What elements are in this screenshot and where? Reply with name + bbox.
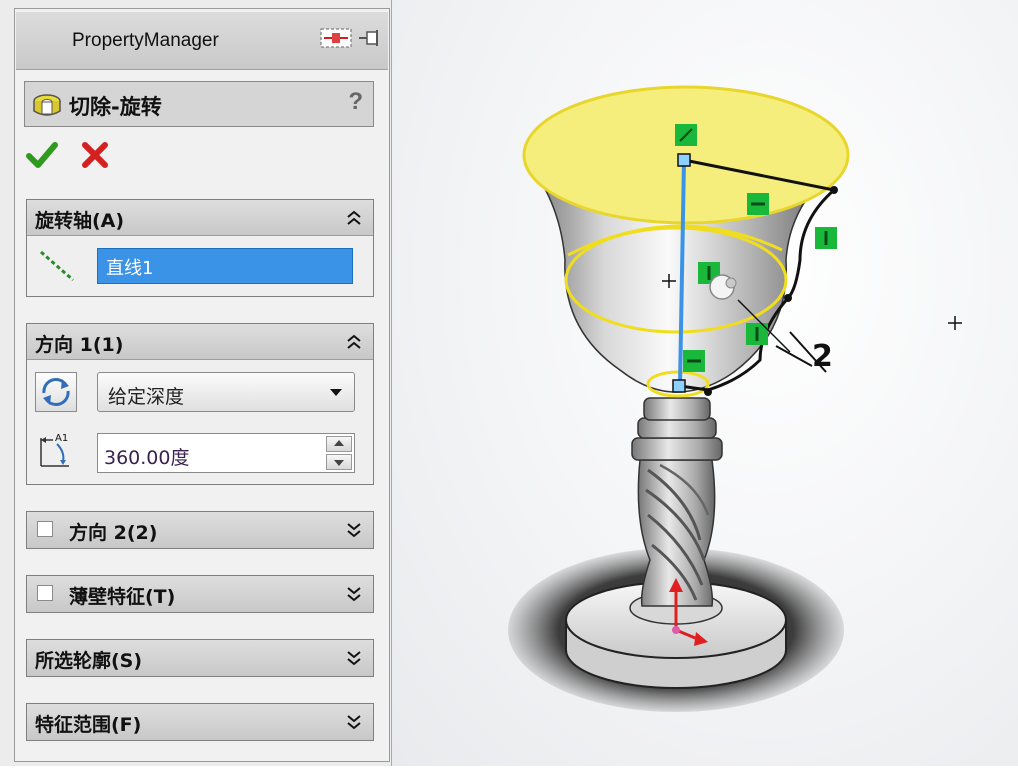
group-direction-1-title: 方向 1(1) xyxy=(35,334,124,356)
group-axis-header[interactable]: 旋转轴(A) xyxy=(27,200,373,236)
angle-spinner xyxy=(326,436,352,470)
group-direction-2-header[interactable]: 方向 2(2) xyxy=(27,512,373,548)
property-manager-title: PropertyManager xyxy=(72,30,219,51)
group-direction-2[interactable]: 方向 2(2) xyxy=(26,511,374,549)
reverse-direction-icon xyxy=(42,378,70,406)
ok-button[interactable] xyxy=(26,139,58,171)
dimension-label: 2 xyxy=(812,339,833,374)
model-view[interactable]: 2 xyxy=(392,0,1018,766)
group-feature-scope[interactable]: 特征范围(F) xyxy=(26,703,374,741)
revolve-cut-icon xyxy=(33,94,61,116)
spin-up-button[interactable] xyxy=(326,436,352,452)
group-feature-scope-title: 特征范围(F) xyxy=(35,714,142,736)
group-direction-2-title: 方向 2(2) xyxy=(69,522,158,544)
double-chevron-up-icon[interactable] xyxy=(345,333,363,351)
direction-2-checkbox[interactable] xyxy=(37,521,53,537)
axis-endpoint-handle[interactable] xyxy=(672,379,686,393)
angle-icon: A1 xyxy=(40,433,69,467)
cup-stem xyxy=(631,397,723,607)
group-axis: 旋转轴(A) 直线1 xyxy=(26,199,374,297)
double-chevron-down-icon[interactable] xyxy=(345,649,363,667)
spin-down-button[interactable] xyxy=(326,454,352,470)
end-condition-select[interactable]: 给定深度 xyxy=(97,372,355,412)
close-icon xyxy=(82,142,108,168)
cancel-button[interactable] xyxy=(80,140,110,170)
group-thin-feature[interactable]: 薄壁特征(T) xyxy=(26,575,374,613)
graphics-viewport[interactable]: 2 xyxy=(392,0,1018,766)
group-direction-1-body: 给定深度 A1 360.00度 xyxy=(27,360,373,484)
feature-title-bar: 切除-旋转 ? xyxy=(24,81,374,127)
axis-endpoint-handle[interactable] xyxy=(677,153,691,167)
property-manager-panel: PropertyManager 切除-旋转 ? 旋转轴(A) 直线1 方向 1(… xyxy=(0,0,392,766)
header-tools xyxy=(320,26,382,50)
group-thin-feature-header[interactable]: 薄壁特征(T) xyxy=(27,576,373,612)
help-button[interactable]: ? xyxy=(348,88,363,116)
double-chevron-down-icon[interactable] xyxy=(345,521,363,539)
double-chevron-down-icon[interactable] xyxy=(345,585,363,603)
checkmark-icon xyxy=(26,142,58,168)
group-direction-1-header[interactable]: 方向 1(1) xyxy=(27,324,373,360)
angle-icon-label: A1 xyxy=(55,433,68,444)
group-selected-contours-header[interactable]: 所选轮廓(S) xyxy=(27,640,373,676)
pin-icon[interactable] xyxy=(358,26,382,50)
reverse-direction-button[interactable] xyxy=(35,372,77,412)
dropdown-arrow-icon xyxy=(330,389,342,396)
group-axis-title: 旋转轴(A) xyxy=(35,210,125,232)
feature-title: 切除-旋转 xyxy=(69,95,162,119)
axis-selection-field[interactable]: 直线1 xyxy=(97,248,353,284)
thin-feature-checkbox[interactable] xyxy=(37,585,53,601)
dimension-annotation[interactable]: 2 xyxy=(775,331,833,374)
group-axis-body: 直线1 xyxy=(27,236,373,296)
group-selected-contours-title: 所选轮廓(S) xyxy=(35,650,143,672)
property-manager-header: PropertyManager xyxy=(16,12,388,70)
group-feature-scope-header[interactable]: 特征范围(F) xyxy=(27,704,373,740)
axis-line-icon xyxy=(40,250,74,282)
split-view-icon[interactable] xyxy=(320,26,354,50)
double-chevron-up-icon[interactable] xyxy=(345,209,363,227)
group-selected-contours[interactable]: 所选轮廓(S) xyxy=(26,639,374,677)
end-condition-value: 给定深度 xyxy=(108,386,185,408)
angle-value: 360.00度 xyxy=(104,447,190,469)
double-chevron-down-icon[interactable] xyxy=(345,713,363,731)
angle-input[interactable]: 360.00度 xyxy=(97,433,355,473)
group-direction-1: 方向 1(1) 给定深度 A1 360.00度 xyxy=(26,323,374,485)
group-thin-feature-title: 薄壁特征(T) xyxy=(69,586,176,608)
